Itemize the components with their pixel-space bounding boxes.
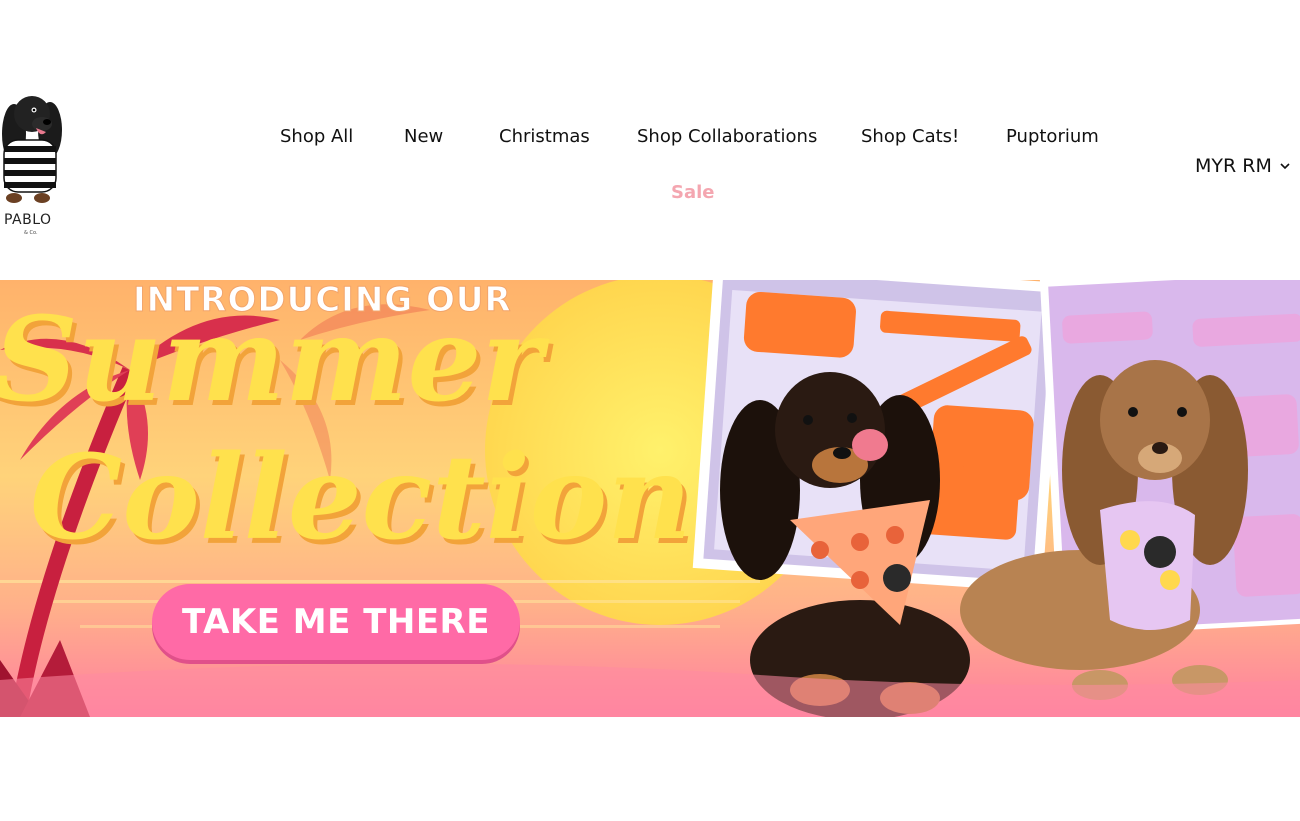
site-header: PABLO & Co. Shop All New Christmas Shop … — [0, 0, 1300, 280]
take-me-there-button[interactable]: TAKE ME THERE — [152, 584, 520, 660]
nav-item-sale[interactable]: Sale — [671, 182, 715, 203]
nav-item-puptorium[interactable]: Puptorium — [1006, 126, 1099, 147]
currency-label: MYR RM — [1195, 155, 1272, 177]
logo-subtext: & Co. — [24, 230, 38, 236]
hero-banner[interactable]: INTRODUCING OUR Summer Collection TAKE M… — [0, 280, 1300, 717]
hero-title-line1: Summer — [0, 292, 543, 428]
chevron-down-icon — [1280, 163, 1290, 170]
nav-item-christmas[interactable]: Christmas — [499, 126, 590, 147]
currency-selector[interactable]: MYR RM — [1195, 155, 1290, 177]
main-navigation: Shop All New Christmas Shop Collaboratio… — [0, 126, 1300, 156]
nav-item-shop-collaborations[interactable]: Shop Collaborations — [637, 126, 817, 147]
nav-item-shop-cats[interactable]: Shop Cats! — [861, 126, 959, 147]
brand-logo[interactable]: PABLO & Co. — [0, 88, 70, 240]
hero-title-line2: Collection — [30, 430, 692, 566]
logo-text: PABLO — [4, 212, 52, 228]
nav-item-new[interactable]: New — [404, 126, 443, 147]
nav-item-shop-all[interactable]: Shop All — [280, 126, 353, 147]
